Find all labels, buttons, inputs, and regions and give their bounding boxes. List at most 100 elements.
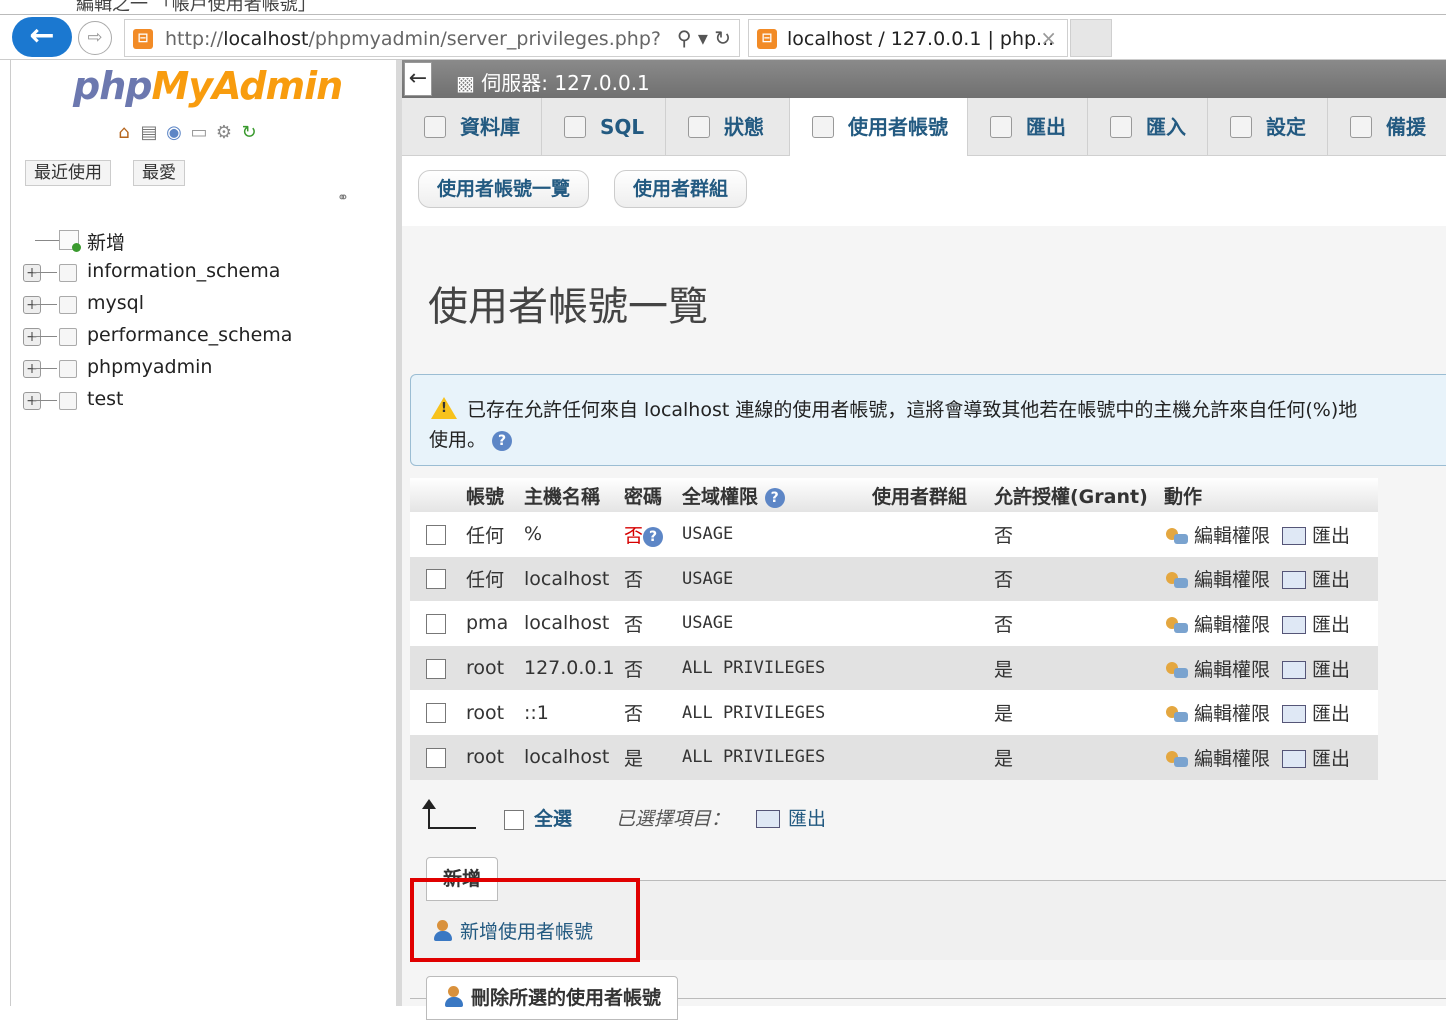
tab-title: localhost / 127.0.0.1 | php...	[787, 28, 1055, 50]
reload-icon[interactable]: ↻	[238, 122, 260, 144]
check-all-checkbox[interactable]	[504, 809, 524, 830]
cell-privileges: ALL PRIVILEGES	[678, 645, 868, 691]
exit-icon[interactable]: ▤	[138, 122, 160, 144]
cell-privileges: USAGE	[678, 556, 868, 602]
tab-import[interactable]: 匯入	[1088, 98, 1208, 156]
cell-privileges: ALL PRIVILEGES	[678, 734, 868, 780]
export-icon	[1282, 660, 1307, 679]
edit-privileges-link[interactable]: 編輯權限	[1164, 703, 1270, 725]
tab-status[interactable]: 狀態	[666, 98, 790, 156]
header-host[interactable]: 主機名稱	[520, 478, 620, 512]
search-refresh-tools[interactable]: ⚲ ▾ ↻	[677, 26, 731, 50]
new-tab-button[interactable]	[1070, 19, 1112, 57]
export-link[interactable]: 匯出	[1270, 748, 1350, 770]
export-link[interactable]: 匯出	[1270, 659, 1350, 681]
table-header-row: 帳號 主機名稱 密碼 全域權限 ? 使用者群組 允許授權(Grant) 動作	[410, 478, 1378, 512]
export-link[interactable]: 匯出	[1270, 525, 1350, 547]
cell-group	[868, 601, 990, 646]
export-link[interactable]: 匯出	[1270, 703, 1350, 725]
cell-host: 127.0.0.1	[520, 645, 620, 691]
server-breadcrumb-bar: ← ▩ 伺服器: 127.0.0.1	[402, 60, 1446, 98]
cell-grant: 是	[990, 734, 1160, 780]
address-bar[interactable]: ⊟ http://localhost/phpmyadmin/server_pri…	[124, 19, 740, 57]
row-checkbox[interactable]	[426, 703, 446, 724]
cell-group	[868, 734, 990, 780]
database-icon	[59, 328, 77, 346]
edit-privileges-icon	[1164, 526, 1188, 546]
close-tab-icon[interactable]: ×	[1040, 26, 1057, 50]
edit-privileges-icon	[1164, 570, 1188, 590]
row-checkbox[interactable]	[426, 658, 446, 679]
phpmyadmin-logo[interactable]: phpMyAdmin	[73, 64, 343, 108]
expand-icon[interactable]: +	[23, 392, 41, 410]
browser-toolbar: ← ⇨ ⊟ http://localhost/phpmyadmin/server…	[0, 14, 1446, 60]
forward-button[interactable]: ⇨	[78, 21, 112, 55]
help-icon[interactable]: ?	[764, 487, 785, 508]
cell-actions: 編輯權限 匯出	[1160, 645, 1378, 691]
notice-line-1: 已存在允許任何來自 localhost 連線的使用者帳號，這將會導致其他若在帳號…	[467, 399, 1358, 421]
tree-line	[33, 336, 57, 337]
cell-group	[868, 512, 990, 557]
edit-privileges-link[interactable]: 編輯權限	[1164, 748, 1270, 770]
tab-databases[interactable]: 資料庫	[402, 98, 542, 156]
header-account[interactable]: 帳號	[462, 478, 520, 512]
row-checkbox[interactable]	[426, 747, 446, 768]
edit-privileges-link[interactable]: 編輯權限	[1164, 569, 1270, 591]
expand-icon[interactable]: +	[23, 328, 41, 346]
cell-actions: 編輯權限 匯出	[1160, 512, 1378, 557]
export-link[interactable]: 匯出	[1270, 569, 1350, 591]
row-checkbox[interactable]	[426, 613, 446, 634]
back-button[interactable]: ←	[12, 17, 72, 57]
row-checkbox[interactable]	[426, 524, 446, 545]
edit-privileges-icon	[1164, 704, 1188, 724]
header-global-privileges: 全域權限 ?	[678, 478, 868, 512]
help-icon[interactable]: ?	[643, 526, 664, 547]
link-icon[interactable]: ⚭	[337, 190, 349, 206]
cell-privileges: USAGE	[678, 512, 868, 557]
recent-tab[interactable]: 最近使用	[25, 160, 111, 186]
edit-privileges-icon	[1164, 749, 1188, 769]
home-icon[interactable]: ⌂	[113, 122, 135, 144]
expand-icon[interactable]: +	[23, 360, 41, 378]
remove-users-legend: 刪除所選的使用者帳號	[426, 976, 679, 1020]
help-icon[interactable]: ?	[492, 431, 513, 451]
docs-icon[interactable]: ▭	[188, 122, 210, 144]
cell-user: pma	[462, 601, 520, 646]
cell-password: 否?	[620, 512, 678, 557]
cell-group	[868, 556, 990, 602]
navigation-panel: phpMyAdmin ⌂ ▤ ◉ ▭ ⚙ ↻ 最近使用 最愛 ⚭ 新增 + informa…	[10, 60, 402, 1006]
replication-icon	[1350, 116, 1372, 138]
subtab-user-groups[interactable]: 使用者群組	[614, 170, 748, 208]
cell-host: localhost	[520, 601, 620, 646]
export-icon	[1282, 705, 1307, 724]
server-breadcrumb[interactable]: ▩ 伺服器: 127.0.0.1	[456, 67, 650, 96]
tab-user-accounts[interactable]: 使用者帳號	[790, 98, 968, 158]
gear-icon[interactable]: ⚙	[213, 122, 235, 144]
collapse-arrow-icon[interactable]: ←	[404, 62, 432, 96]
help-icon[interactable]: ◉	[163, 122, 185, 144]
cell-grant: 否	[990, 556, 1160, 602]
cell-password: 否	[620, 645, 678, 691]
header-password: 密碼	[620, 478, 678, 512]
edit-privileges-link[interactable]: 編輯權限	[1164, 614, 1270, 636]
cell-host: localhost	[520, 556, 620, 602]
tab-export[interactable]: 匯出	[968, 98, 1088, 156]
subtab-user-list[interactable]: 使用者帳號一覽	[418, 170, 590, 208]
tab-sql[interactable]: SQL	[542, 98, 666, 156]
favorites-tab[interactable]: 最愛	[133, 160, 185, 186]
export-link[interactable]: 匯出	[1270, 614, 1350, 636]
edit-privileges-link[interactable]: 編輯權限	[1164, 659, 1270, 681]
edit-privileges-link[interactable]: 編輯權限	[1164, 525, 1270, 547]
tree-item-label: 新增	[87, 232, 126, 254]
row-checkbox[interactable]	[426, 569, 446, 590]
browser-tab[interactable]: ⊟ localhost / 127.0.0.1 | php... ×	[748, 19, 1068, 57]
tab-settings[interactable]: 設定	[1208, 98, 1328, 156]
tree-item-label: phpmyadmin	[87, 356, 213, 378]
export-selected-button[interactable]: 匯出	[756, 808, 826, 830]
check-all-label[interactable]: 全選	[534, 808, 572, 830]
expand-icon[interactable]: +	[23, 296, 41, 314]
database-icon	[424, 116, 446, 138]
cell-grant: 是	[990, 645, 1160, 691]
expand-icon[interactable]: +	[23, 264, 41, 282]
tab-replication[interactable]: 備援	[1328, 98, 1446, 156]
